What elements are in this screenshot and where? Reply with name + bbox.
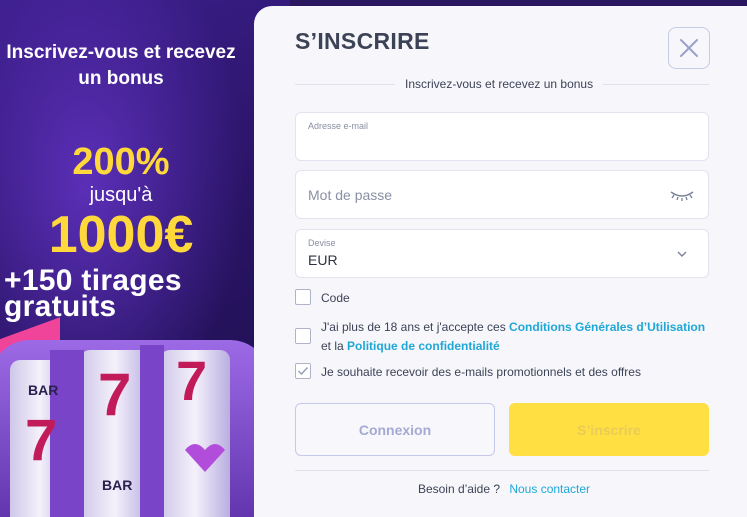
terms-checkbox[interactable] bbox=[295, 328, 311, 344]
slot-machine-image: BAR 7 7 BAR 7 bbox=[0, 340, 270, 517]
modal-subtitle: Inscrivez-vous et recevez un bonus bbox=[405, 77, 594, 91]
promo-spins: +150 tirages gratuits bbox=[4, 264, 182, 323]
promo-percent: 200% bbox=[72, 141, 170, 183]
password-field[interactable]: Mot de passe bbox=[295, 170, 709, 219]
code-label: Code bbox=[321, 291, 350, 305]
login-button[interactable]: Connexion bbox=[295, 403, 495, 456]
signup-modal: S’INSCRIRE Inscrivez-vous et recevez un … bbox=[254, 6, 747, 517]
currency-select[interactable]: Devise EUR bbox=[295, 229, 709, 278]
privacy-link[interactable]: Politique de confidentialité bbox=[347, 339, 500, 353]
email-label: Adresse e-mail bbox=[308, 121, 369, 131]
svg-text:BAR: BAR bbox=[102, 477, 132, 493]
code-row: Code bbox=[295, 289, 709, 308]
help-text: Besoin d’aide ? bbox=[417, 482, 500, 496]
newsletter-label: Je souhaite recevoir des e-mails promoti… bbox=[321, 365, 641, 379]
check-icon bbox=[297, 366, 309, 376]
modal-title: S’INSCRIRE bbox=[295, 28, 430, 54]
promo-amount: 1000€ bbox=[48, 206, 194, 264]
password-input[interactable]: Mot de passe bbox=[308, 187, 392, 203]
svg-text:7: 7 bbox=[98, 361, 131, 428]
svg-text:7: 7 bbox=[25, 408, 57, 473]
email-field[interactable]: Adresse e-mail bbox=[295, 112, 709, 161]
terms-row: J'ai plus de 18 ans et j'accepte ces Con… bbox=[295, 318, 709, 356]
svg-text:BAR: BAR bbox=[28, 382, 58, 398]
newsletter-checkbox[interactable] bbox=[295, 363, 311, 379]
currency-value: EUR bbox=[308, 252, 338, 268]
chevron-down-icon bbox=[668, 244, 696, 264]
footer-divider bbox=[295, 470, 709, 471]
promo-banner: Inscrivez-vous et recevez un bonus 200% … bbox=[0, 0, 290, 517]
eye-closed-icon[interactable] bbox=[668, 185, 696, 205]
divider-left bbox=[295, 83, 395, 85]
promo-title: Inscrivez-vous et recevez un bonus bbox=[6, 42, 236, 89]
help-row: Besoin d’aide ? Nous contacter bbox=[254, 482, 747, 496]
terms-text: J'ai plus de 18 ans et j'accepte ces Con… bbox=[321, 318, 705, 356]
signup-button[interactable]: S’inscrire bbox=[509, 403, 709, 456]
terms-middle: et la bbox=[321, 339, 344, 353]
subtitle-row: Inscrivez-vous et recevez un bonus bbox=[295, 76, 709, 92]
currency-label: Devise bbox=[308, 238, 336, 248]
contact-link[interactable]: Nous contacter bbox=[509, 482, 590, 496]
divider-right bbox=[603, 83, 709, 85]
code-checkbox[interactable] bbox=[295, 289, 311, 305]
promo-upto: jusqu'à bbox=[89, 184, 153, 206]
terms-link[interactable]: Conditions Générales d’Utilisation bbox=[509, 320, 705, 334]
close-icon bbox=[680, 39, 698, 57]
terms-prefix: J'ai plus de 18 ans et j'accepte ces bbox=[321, 320, 506, 334]
close-button[interactable] bbox=[668, 27, 710, 69]
svg-text:7: 7 bbox=[176, 349, 207, 412]
newsletter-row: Je souhaite recevoir des e-mails promoti… bbox=[295, 363, 709, 382]
